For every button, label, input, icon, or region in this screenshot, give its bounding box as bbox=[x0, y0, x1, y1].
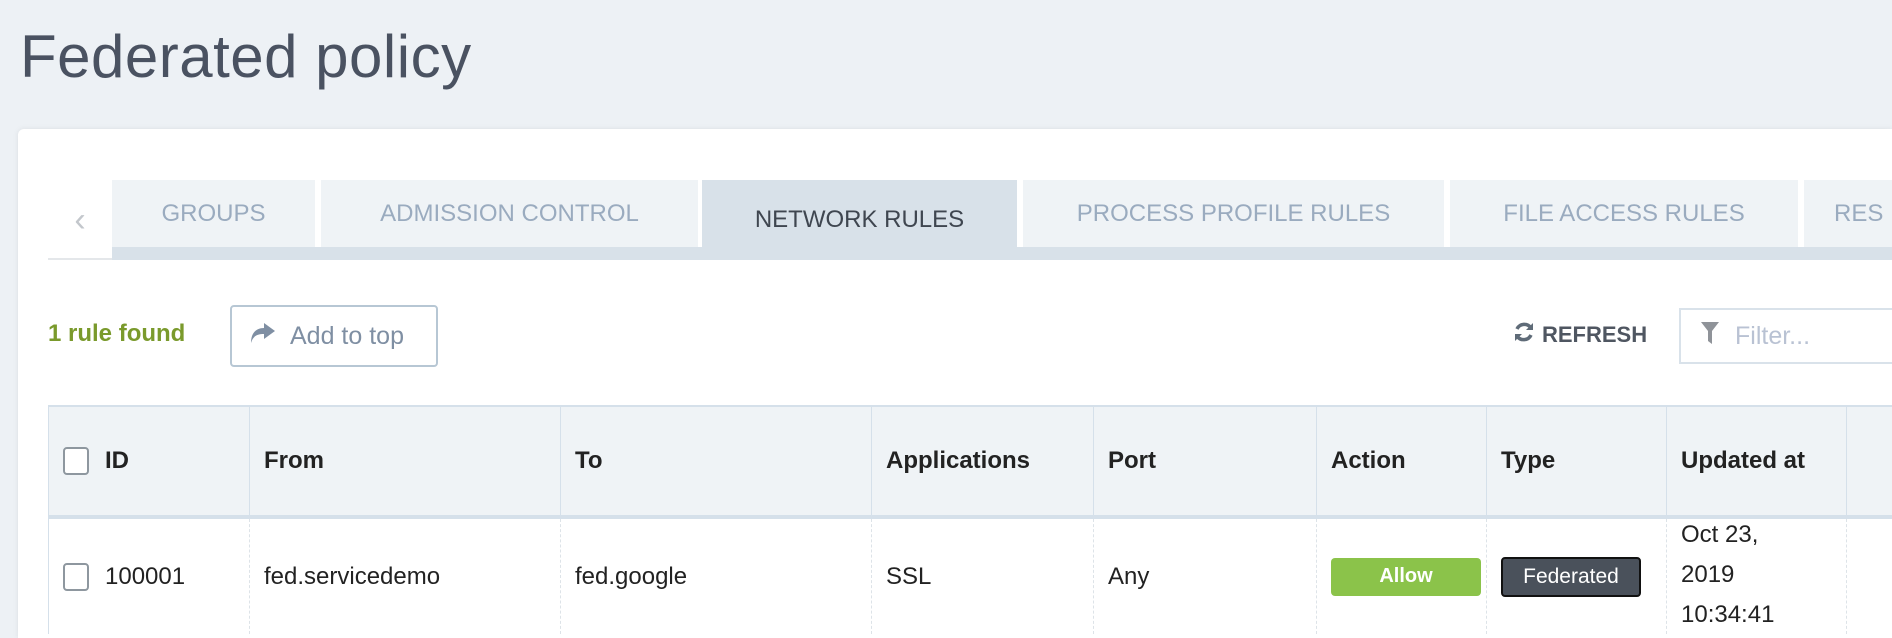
tab-network-rules[interactable]: NETWORK RULES bbox=[702, 180, 1017, 260]
cell-applications: SSL bbox=[872, 519, 1094, 634]
action-badge: Allow bbox=[1331, 557, 1481, 596]
header-id-label: ID bbox=[105, 447, 129, 474]
rules-table: ID From To Applications Port Action Type… bbox=[48, 405, 1892, 634]
cell-updated-at: Oct 23, 2019 10:34:41 bbox=[1667, 519, 1847, 634]
cell-type: Federated bbox=[1487, 519, 1667, 634]
updated-year: 2019 bbox=[1681, 561, 1735, 588]
tab-bar: ‹ GROUPS ADMISSION CONTROL NETWORK RULES… bbox=[48, 180, 1892, 260]
table-header: ID From To Applications Port Action Type… bbox=[49, 407, 1892, 519]
page-title: Federated policy bbox=[20, 23, 472, 90]
header-action[interactable]: Action bbox=[1317, 407, 1487, 515]
cell-action: Allow bbox=[1317, 519, 1487, 634]
select-all-checkbox[interactable] bbox=[63, 447, 89, 475]
chevron-left-icon[interactable]: ‹ bbox=[48, 180, 112, 260]
add-to-top-button[interactable]: Add to top bbox=[230, 305, 438, 367]
header-applications[interactable]: Applications bbox=[872, 407, 1094, 515]
cell-to: fed.google bbox=[561, 519, 872, 634]
updated-date: Oct 23, bbox=[1681, 521, 1759, 548]
tab-response-rules[interactable]: RES bbox=[1804, 180, 1892, 247]
filter-icon bbox=[1701, 321, 1719, 351]
table-row[interactable]: 100001 fed.servicedemo fed.google SSL An… bbox=[49, 519, 1892, 634]
row-checkbox[interactable] bbox=[63, 562, 89, 591]
filter-input[interactable]: Filter... bbox=[1679, 308, 1892, 364]
tab-file-access-rules[interactable]: FILE ACCESS RULES bbox=[1450, 180, 1798, 247]
rule-count: 1 rule found bbox=[48, 320, 186, 347]
tab-groups[interactable]: GROUPS bbox=[112, 180, 315, 247]
cell-port: Any bbox=[1094, 519, 1317, 634]
share-arrow-icon bbox=[248, 321, 276, 352]
tab-admission-control[interactable]: ADMISSION CONTROL bbox=[321, 180, 698, 247]
refresh-button[interactable]: REFRESH bbox=[1512, 320, 1647, 350]
cell-from: fed.servicedemo bbox=[250, 519, 561, 634]
header-updated-at[interactable]: Updated at bbox=[1667, 407, 1847, 515]
header-to[interactable]: To bbox=[561, 407, 872, 515]
header-from[interactable]: From bbox=[250, 407, 561, 515]
header-port[interactable]: Port bbox=[1094, 407, 1317, 515]
updated-time: 10:34:41 bbox=[1681, 601, 1775, 628]
tab-process-profile-rules[interactable]: PROCESS PROFILE RULES bbox=[1023, 180, 1444, 247]
add-to-top-label: Add to top bbox=[290, 321, 404, 350]
id-value: 100001 bbox=[105, 562, 186, 590]
refresh-icon bbox=[1512, 320, 1536, 350]
filter-placeholder: Filter... bbox=[1735, 321, 1811, 350]
type-badge: Federated bbox=[1501, 556, 1641, 597]
header-type[interactable]: Type bbox=[1487, 407, 1667, 515]
refresh-label: REFRESH bbox=[1542, 322, 1648, 347]
header-id: ID bbox=[49, 407, 250, 515]
cell-id: 100001 bbox=[49, 519, 250, 634]
